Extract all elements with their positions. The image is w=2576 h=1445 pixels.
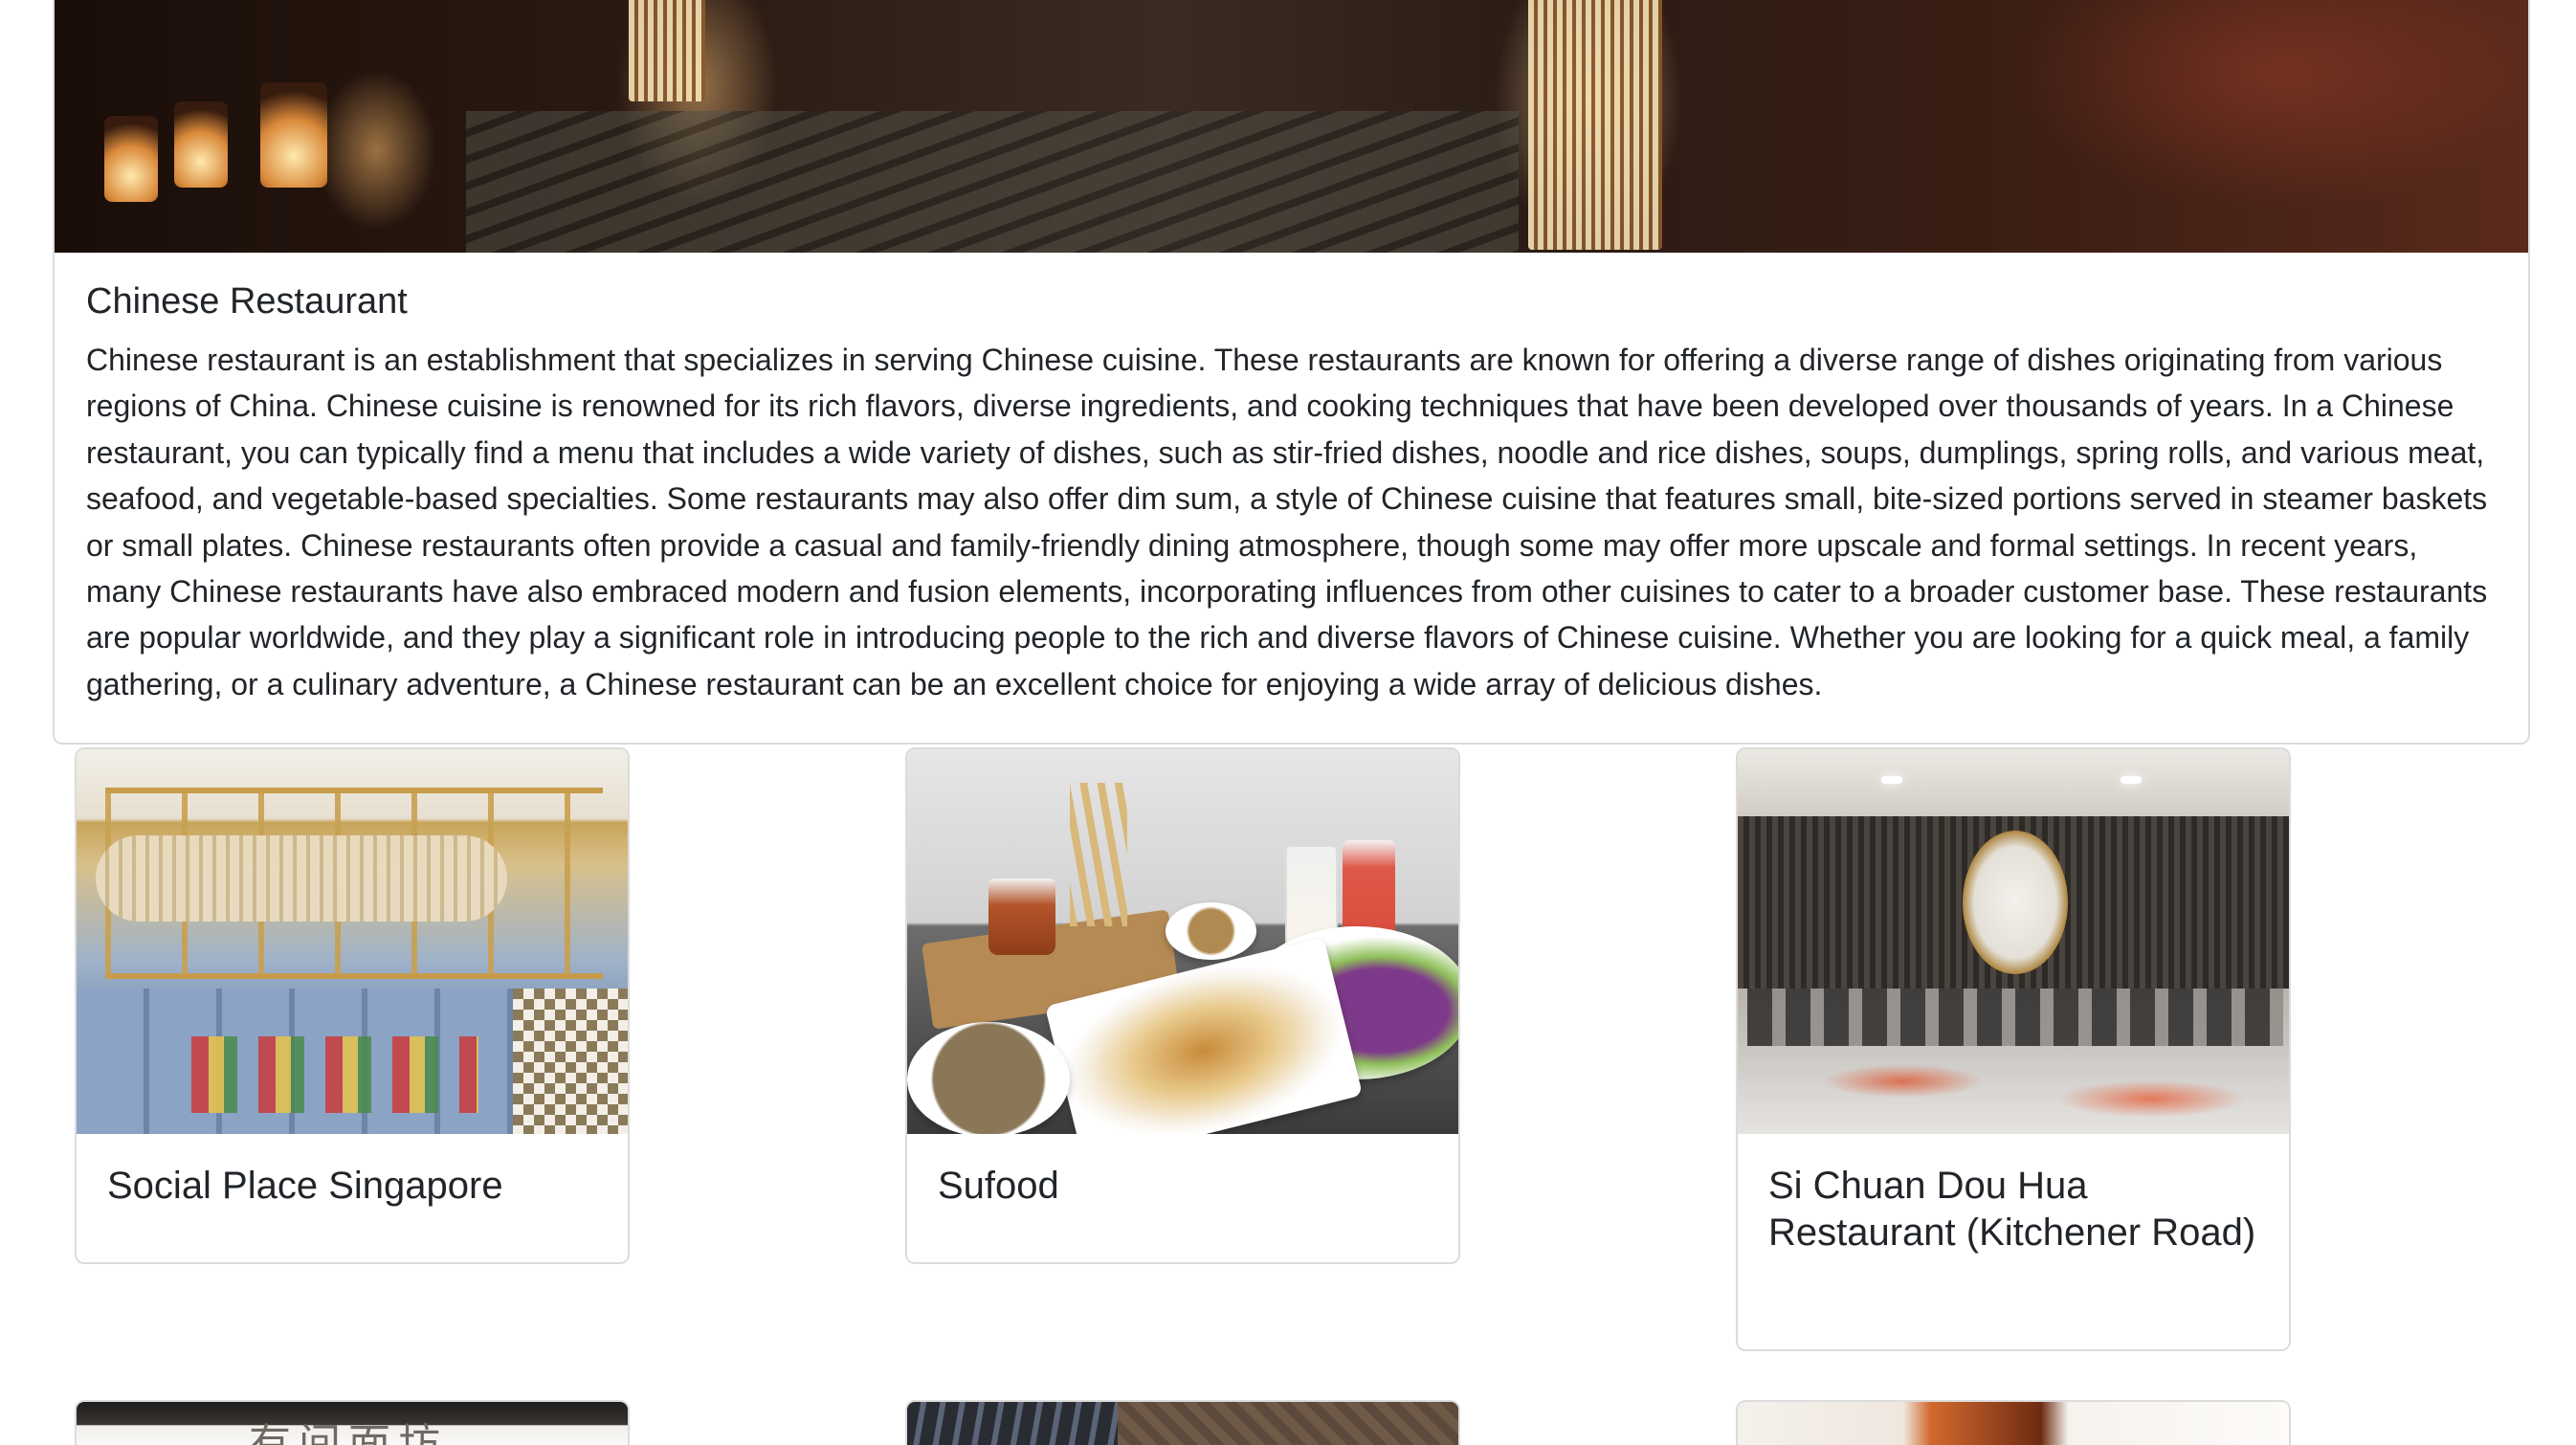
- restaurant-card[interactable]: 有间面坊: [75, 1400, 630, 1445]
- hero-image-lamp: [1528, 0, 1662, 250]
- restaurant-card[interactable]: [905, 1400, 1460, 1445]
- page: Chinese Restaurant Chinese restaurant is…: [0, 0, 2576, 1445]
- hero-image-floor: [466, 111, 1519, 253]
- image-plate: [1166, 902, 1256, 960]
- hero-body: Chinese Restaurant Chinese restaurant is…: [86, 279, 2497, 707]
- image-panel: [1118, 1402, 1458, 1445]
- restaurant-name[interactable]: Social Place Singapore: [107, 1163, 597, 1210]
- restaurant-image[interactable]: 有间面坊: [77, 1402, 628, 1445]
- restaurant-card[interactable]: Sufood: [905, 747, 1460, 1264]
- restaurant-card[interactable]: Social Place Singapore: [75, 747, 630, 1264]
- image-plate: [907, 1022, 1070, 1134]
- hero-image-candle: [174, 101, 228, 188]
- image-floor-tiles: [513, 989, 628, 1134]
- hero-image: [55, 0, 2528, 253]
- restaurant-card[interactable]: [1736, 1400, 2291, 1445]
- category-hero-card: Chinese Restaurant Chinese restaurant is…: [53, 0, 2530, 745]
- image-sticks: [1070, 783, 1127, 926]
- hero-image-candle: [104, 116, 158, 202]
- restaurant-name[interactable]: Si Chuan Dou Hua Restaurant (Kitchener R…: [1768, 1163, 2258, 1256]
- image-light: [1881, 776, 1902, 784]
- restaurant-image[interactable]: [1738, 749, 2289, 1134]
- restaurant-image[interactable]: [907, 749, 1458, 1134]
- restaurant-card-body: Sufood: [907, 1134, 1458, 1236]
- hero-image-lamp: [629, 0, 705, 101]
- category-description: Chinese restaurant is an establishment t…: [86, 343, 2488, 701]
- image-glass: [988, 878, 1055, 955]
- image-shelf-items: [191, 1036, 478, 1113]
- restaurant-image[interactable]: [907, 1402, 1458, 1445]
- hero-image-candle: [260, 82, 327, 188]
- image-steamer: [96, 835, 507, 922]
- restaurant-image[interactable]: [77, 749, 628, 1134]
- restaurant-image[interactable]: [1738, 1402, 2289, 1445]
- image-light: [2121, 776, 2142, 784]
- restaurant-name[interactable]: Sufood: [938, 1163, 1428, 1210]
- image-mirror: [1963, 831, 2068, 974]
- restaurant-card-body: Social Place Singapore: [77, 1134, 628, 1236]
- image-tables: [1747, 989, 2283, 1046]
- restaurant-card-body: Si Chuan Dou Hua Restaurant (Kitchener R…: [1738, 1134, 2289, 1282]
- category-title: Chinese Restaurant: [86, 281, 408, 322]
- image-sign-text: 有间面坊: [249, 1420, 448, 1445]
- image-ceiling: [1738, 749, 2289, 816]
- restaurant-card[interactable]: Si Chuan Dou Hua Restaurant (Kitchener R…: [1736, 747, 2291, 1351]
- image-carpet: [1738, 1046, 2289, 1134]
